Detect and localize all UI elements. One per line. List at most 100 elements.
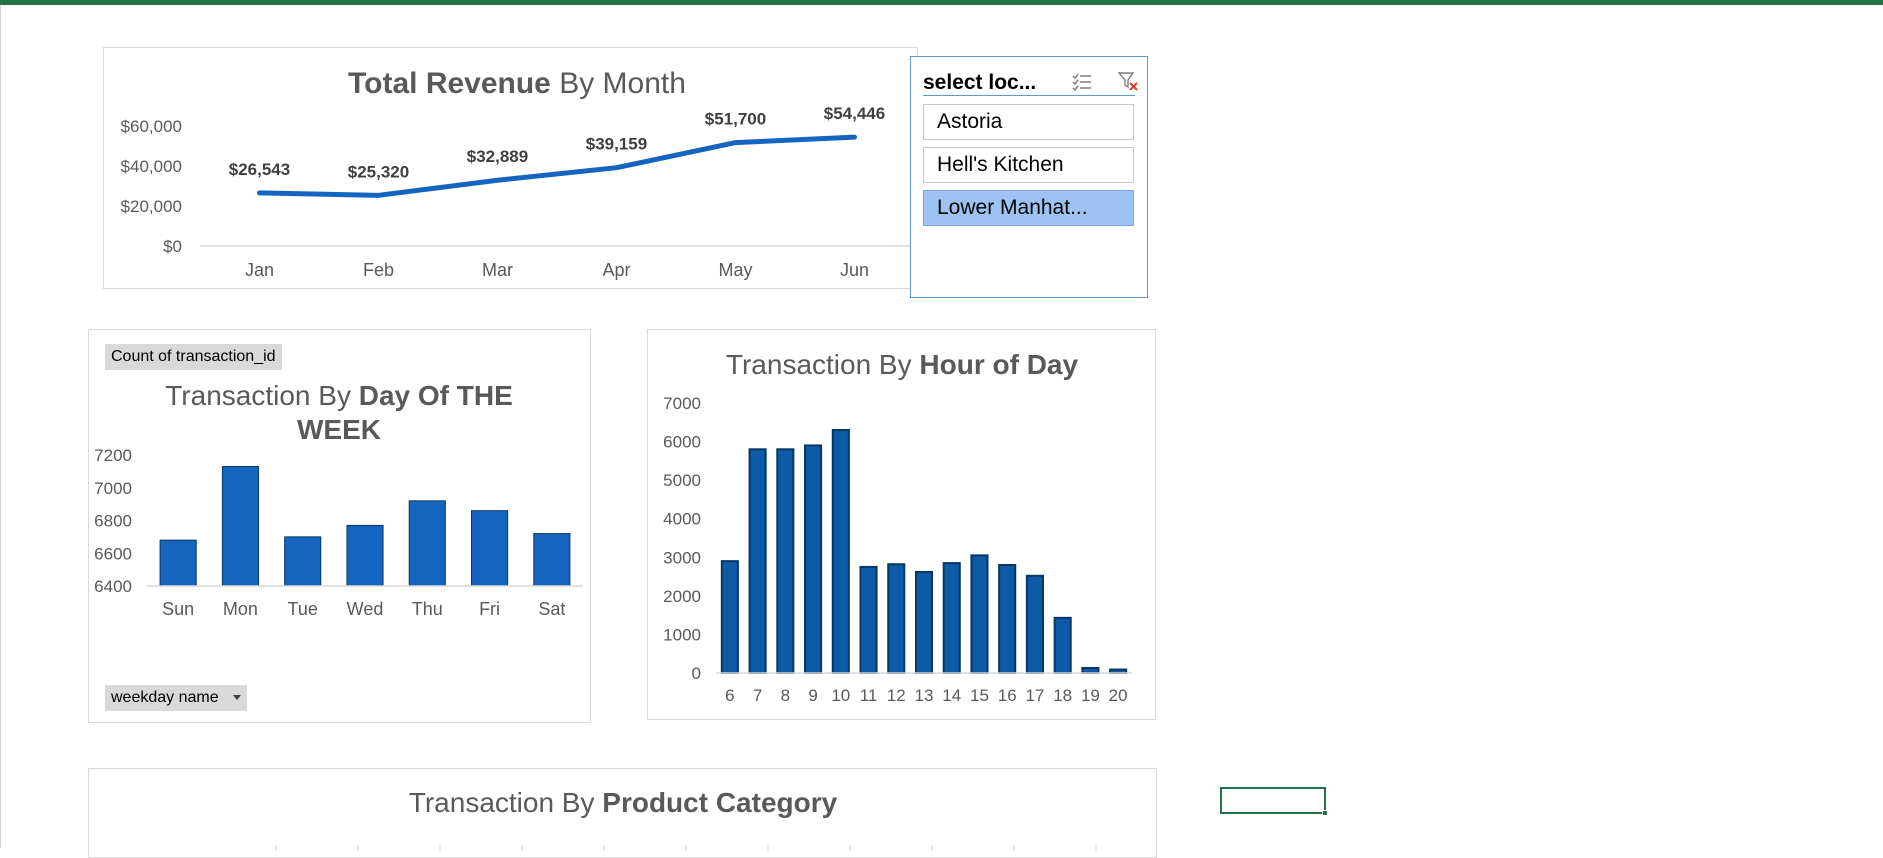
location-slicer[interactable]: select loc... Astoria Hell's Kitchen Low… [910, 56, 1148, 298]
hour-y-tick-label: 0 [692, 664, 701, 683]
weekday-title-plain: Transaction By [165, 380, 358, 411]
weekday-x-tick-label: Mon [223, 599, 258, 619]
revenue-y-tick-label: $20,000 [121, 197, 182, 216]
hour-x-tick-label: 12 [887, 686, 906, 705]
weekday-y-tick-label: 6600 [94, 544, 132, 563]
revenue-title-rest: By Month [551, 67, 686, 100]
hour-x-tick-label: 20 [1109, 686, 1128, 705]
fill-handle[interactable] [1322, 810, 1328, 816]
hour-bar [1025, 574, 1044, 674]
hour-x-tick-label: 10 [831, 686, 850, 705]
transactions-by-category-chart[interactable]: Transaction By Product Category [88, 768, 1157, 858]
slicer-header: select loc... [923, 65, 1138, 96]
hour-bar [1053, 616, 1072, 675]
revenue-data-label: $39,159 [586, 135, 647, 154]
revenue-data-point [378, 194, 379, 196]
revenue-data-point [259, 192, 260, 194]
hour-bar [998, 564, 1017, 674]
revenue-by-month-chart[interactable]: Total Revenue By Month $0 $20,000 $40,000 $… [103, 47, 918, 289]
weekday-title-bold: Day Of THE [359, 380, 513, 411]
weekday-bar [533, 533, 571, 587]
weekday-y-tick-label: 6800 [94, 512, 132, 531]
weekday-x-tick-label: Sun [162, 599, 194, 619]
weekday-bar [221, 465, 259, 587]
weekday-y-tick-label: 7000 [94, 479, 132, 498]
hour-bar [804, 444, 823, 674]
hour-chart-title: Transaction By Hour of Day [726, 349, 1079, 380]
hour-bar [720, 560, 739, 674]
sheet-left-border [0, 5, 1, 848]
pivot-axis-field-label: weekday name [111, 689, 219, 706]
revenue-data-point [735, 142, 736, 144]
hour-y-tick-label: 1000 [663, 625, 701, 644]
slicer-item-astoria[interactable]: Astoria [923, 104, 1134, 140]
hour-x-tick-label: 9 [808, 686, 817, 705]
weekday-chart-title-line2: WEEK [297, 414, 381, 445]
revenue-data-label: $26,543 [229, 160, 290, 179]
hour-x-tick-label: 16 [998, 686, 1017, 705]
dropdown-arrow-icon [232, 695, 241, 701]
weekday-chart-title-line1: Transaction By Day Of THE [165, 380, 513, 411]
slicer-item-lower-manhattan[interactable]: Lower Manhat... [923, 190, 1134, 226]
weekday-bar [346, 524, 384, 587]
revenue-x-tick-label: Apr [602, 260, 630, 280]
revenue-data-label: $25,320 [348, 162, 409, 181]
revenue-data-label: $54,446 [824, 104, 885, 123]
hour-x-tick-label: 18 [1053, 686, 1072, 705]
excel-green-bar [0, 0, 1883, 5]
hour-x-tick-label: 17 [1025, 686, 1044, 705]
revenue-y-tick-label: $40,000 [121, 157, 182, 176]
hour-title-bold: Hour of Day [919, 349, 1078, 380]
revenue-chart-title: Total Revenue By Month [348, 67, 686, 100]
clear-filter-icon[interactable] [1117, 71, 1140, 93]
revenue-data-point [854, 136, 855, 138]
hour-plot-area: 0 1000 2000 3000 4000 5000 6000 7000 6 7 8 9 10 11 12 1… [663, 394, 1132, 705]
hour-y-tick-label: 4000 [663, 510, 701, 529]
hour-y-tick-label: 7000 [663, 394, 701, 413]
hour-bar [914, 570, 934, 674]
hour-title-plain: Transaction By [726, 349, 919, 380]
weekday-x-tick-label: Tue [288, 599, 318, 619]
revenue-x-tick-label: Jan [245, 260, 274, 280]
hour-x-tick-label: 6 [725, 686, 734, 705]
transactions-by-hour-chart[interactable]: Transaction By Hour of Day 0 1000 2000 3000… [647, 329, 1156, 720]
multi-select-icon[interactable] [1071, 71, 1093, 93]
weekday-bar [471, 510, 509, 587]
revenue-x-tick-label: May [718, 260, 752, 280]
hour-y-tick-label: 6000 [663, 433, 701, 452]
hour-x-tick-label: 13 [915, 686, 934, 705]
hour-bar [831, 429, 850, 674]
hour-bar [942, 562, 961, 674]
weekday-plot-area: 6400 6600 6800 7000 7200 Sun Mon Tue Wed Thu Fri Sa… [94, 446, 583, 619]
weekday-bar [159, 539, 197, 587]
revenue-data-point [497, 179, 498, 181]
weekday-y-tick-label: 7200 [94, 446, 132, 465]
slicer-item-hells-kitchen[interactable]: Hell's Kitchen [923, 147, 1134, 183]
hour-bar [776, 448, 795, 674]
hour-x-tick-label: 15 [970, 686, 989, 705]
hour-y-tick-label: 2000 [663, 587, 701, 606]
hour-bar [1081, 666, 1100, 675]
hour-y-tick-label: 3000 [663, 548, 701, 567]
hour-x-tick-label: 7 [753, 686, 762, 705]
revenue-x-tick-label: Jun [840, 260, 869, 280]
hour-bar [859, 565, 878, 674]
transactions-by-weekday-chart[interactable]: Count of transaction_id Transaction By D… [88, 329, 591, 723]
hour-x-tick-label: 8 [781, 686, 790, 705]
revenue-x-tick-label: Feb [363, 260, 394, 280]
revenue-y-tick-label: $0 [163, 237, 182, 256]
revenue-y-tick-label: $60,000 [121, 117, 182, 136]
weekday-bar [284, 536, 322, 587]
category-gridline-ticks [275, 845, 1097, 851]
pivot-axis-field-button[interactable]: weekday name [105, 685, 247, 711]
revenue-plot-area: $0 $20,000 $40,000 $60,000 Jan Feb Mar Apr May Ju… [121, 104, 914, 280]
selected-cell[interactable] [1220, 787, 1326, 814]
weekday-x-tick-label: Wed [347, 599, 384, 619]
hour-x-tick-label: 19 [1081, 686, 1100, 705]
category-title-plain: Transaction By [409, 787, 602, 818]
weekday-bar [408, 500, 446, 587]
revenue-data-label: $32,889 [467, 147, 528, 166]
revenue-x-tick-label: Mar [482, 260, 513, 280]
hour-y-tick-label: 5000 [663, 471, 701, 490]
hour-bar [887, 563, 906, 675]
